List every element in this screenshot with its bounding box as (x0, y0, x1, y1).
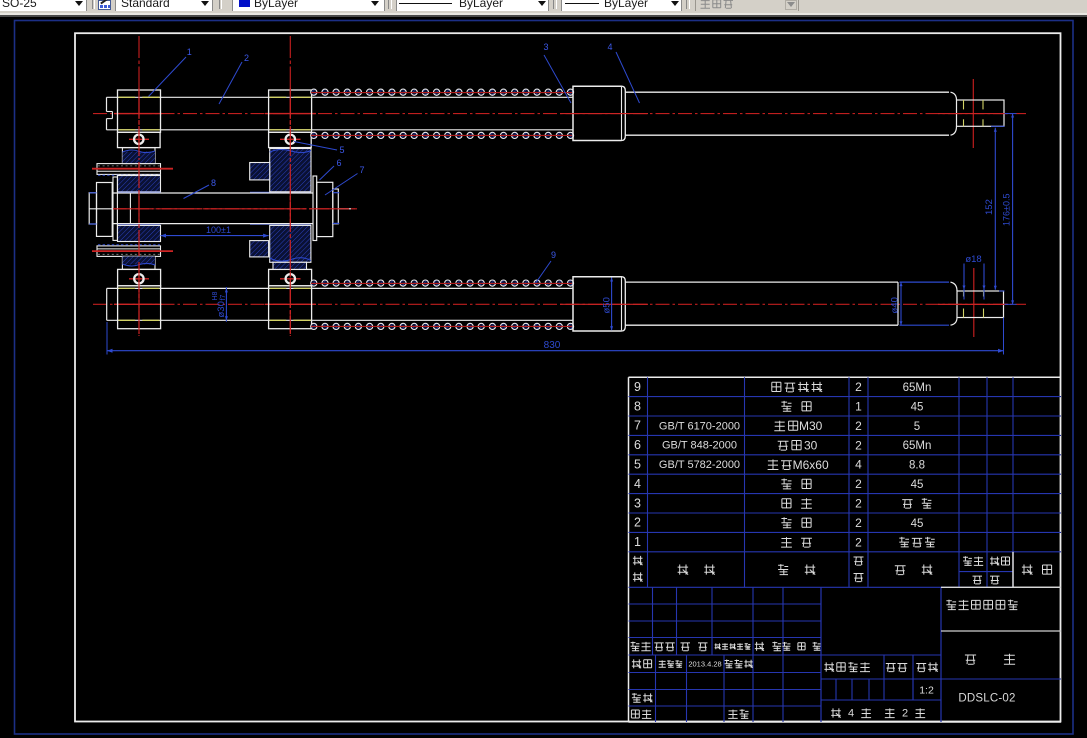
svg-text:2013.4.28: 2013.4.28 (688, 660, 721, 669)
svg-text:45: 45 (911, 479, 924, 491)
svg-text:M6x60: M6x60 (793, 458, 829, 472)
svg-text:ø50: ø50 (601, 297, 612, 313)
svg-text:2: 2 (855, 438, 862, 452)
svg-text:7: 7 (359, 165, 364, 175)
svg-text:5: 5 (339, 145, 344, 155)
svg-text:100±1: 100±1 (206, 225, 231, 235)
svg-text:1: 1 (634, 535, 641, 549)
svg-text:DDSLC-02: DDSLC-02 (958, 693, 1015, 705)
svg-text:ø18: ø18 (965, 254, 981, 265)
svg-text:65Mn: 65Mn (903, 382, 932, 394)
svg-text:1:2: 1:2 (919, 685, 934, 697)
svg-text:GB/T 848-2000: GB/T 848-2000 (662, 440, 737, 452)
svg-text:2: 2 (855, 497, 862, 511)
svg-text:2: 2 (244, 53, 249, 63)
svg-text:2: 2 (855, 419, 862, 433)
svg-text:30: 30 (804, 438, 818, 452)
svg-text:ø40: ø40 (890, 297, 901, 313)
svg-text:2: 2 (855, 380, 862, 394)
svg-text:45: 45 (911, 518, 924, 530)
svg-text:8: 8 (634, 399, 641, 413)
svg-text:4: 4 (848, 708, 854, 720)
svg-text:5: 5 (634, 458, 641, 472)
svg-text:152: 152 (984, 199, 995, 215)
svg-text:GB/T 6170-2000: GB/T 6170-2000 (659, 420, 740, 432)
svg-text:GB/T 5782-2000: GB/T 5782-2000 (659, 459, 740, 471)
svg-text:3: 3 (634, 496, 641, 510)
svg-text:9: 9 (551, 250, 556, 260)
svg-text:8.8: 8.8 (909, 460, 925, 472)
svg-text:H8: H8 (212, 291, 219, 300)
svg-text:3: 3 (543, 42, 548, 52)
svg-text:1: 1 (855, 400, 862, 414)
svg-text:2: 2 (855, 535, 862, 549)
svg-text:2: 2 (855, 477, 862, 491)
svg-text:2: 2 (902, 708, 908, 720)
svg-text:6: 6 (336, 158, 341, 168)
svg-text:830: 830 (544, 340, 561, 351)
svg-text:9: 9 (634, 380, 641, 394)
svg-text:7: 7 (634, 419, 641, 433)
svg-text:45: 45 (911, 401, 924, 413)
svg-text:f7: f7 (220, 295, 227, 301)
svg-text:2: 2 (634, 516, 641, 530)
svg-text:1: 1 (187, 47, 192, 57)
svg-text:6: 6 (634, 438, 641, 452)
svg-text:2: 2 (855, 516, 862, 530)
svg-text:176±0.5: 176±0.5 (1002, 194, 1012, 226)
svg-text:M30: M30 (799, 419, 823, 433)
svg-text:8: 8 (211, 178, 216, 188)
svg-text:4: 4 (607, 42, 612, 52)
svg-text:ø30: ø30 (216, 301, 227, 317)
svg-text:4: 4 (634, 477, 641, 491)
svg-text:5: 5 (914, 421, 920, 433)
svg-text:4: 4 (855, 458, 862, 472)
svg-text:65Mn: 65Mn (903, 440, 932, 452)
